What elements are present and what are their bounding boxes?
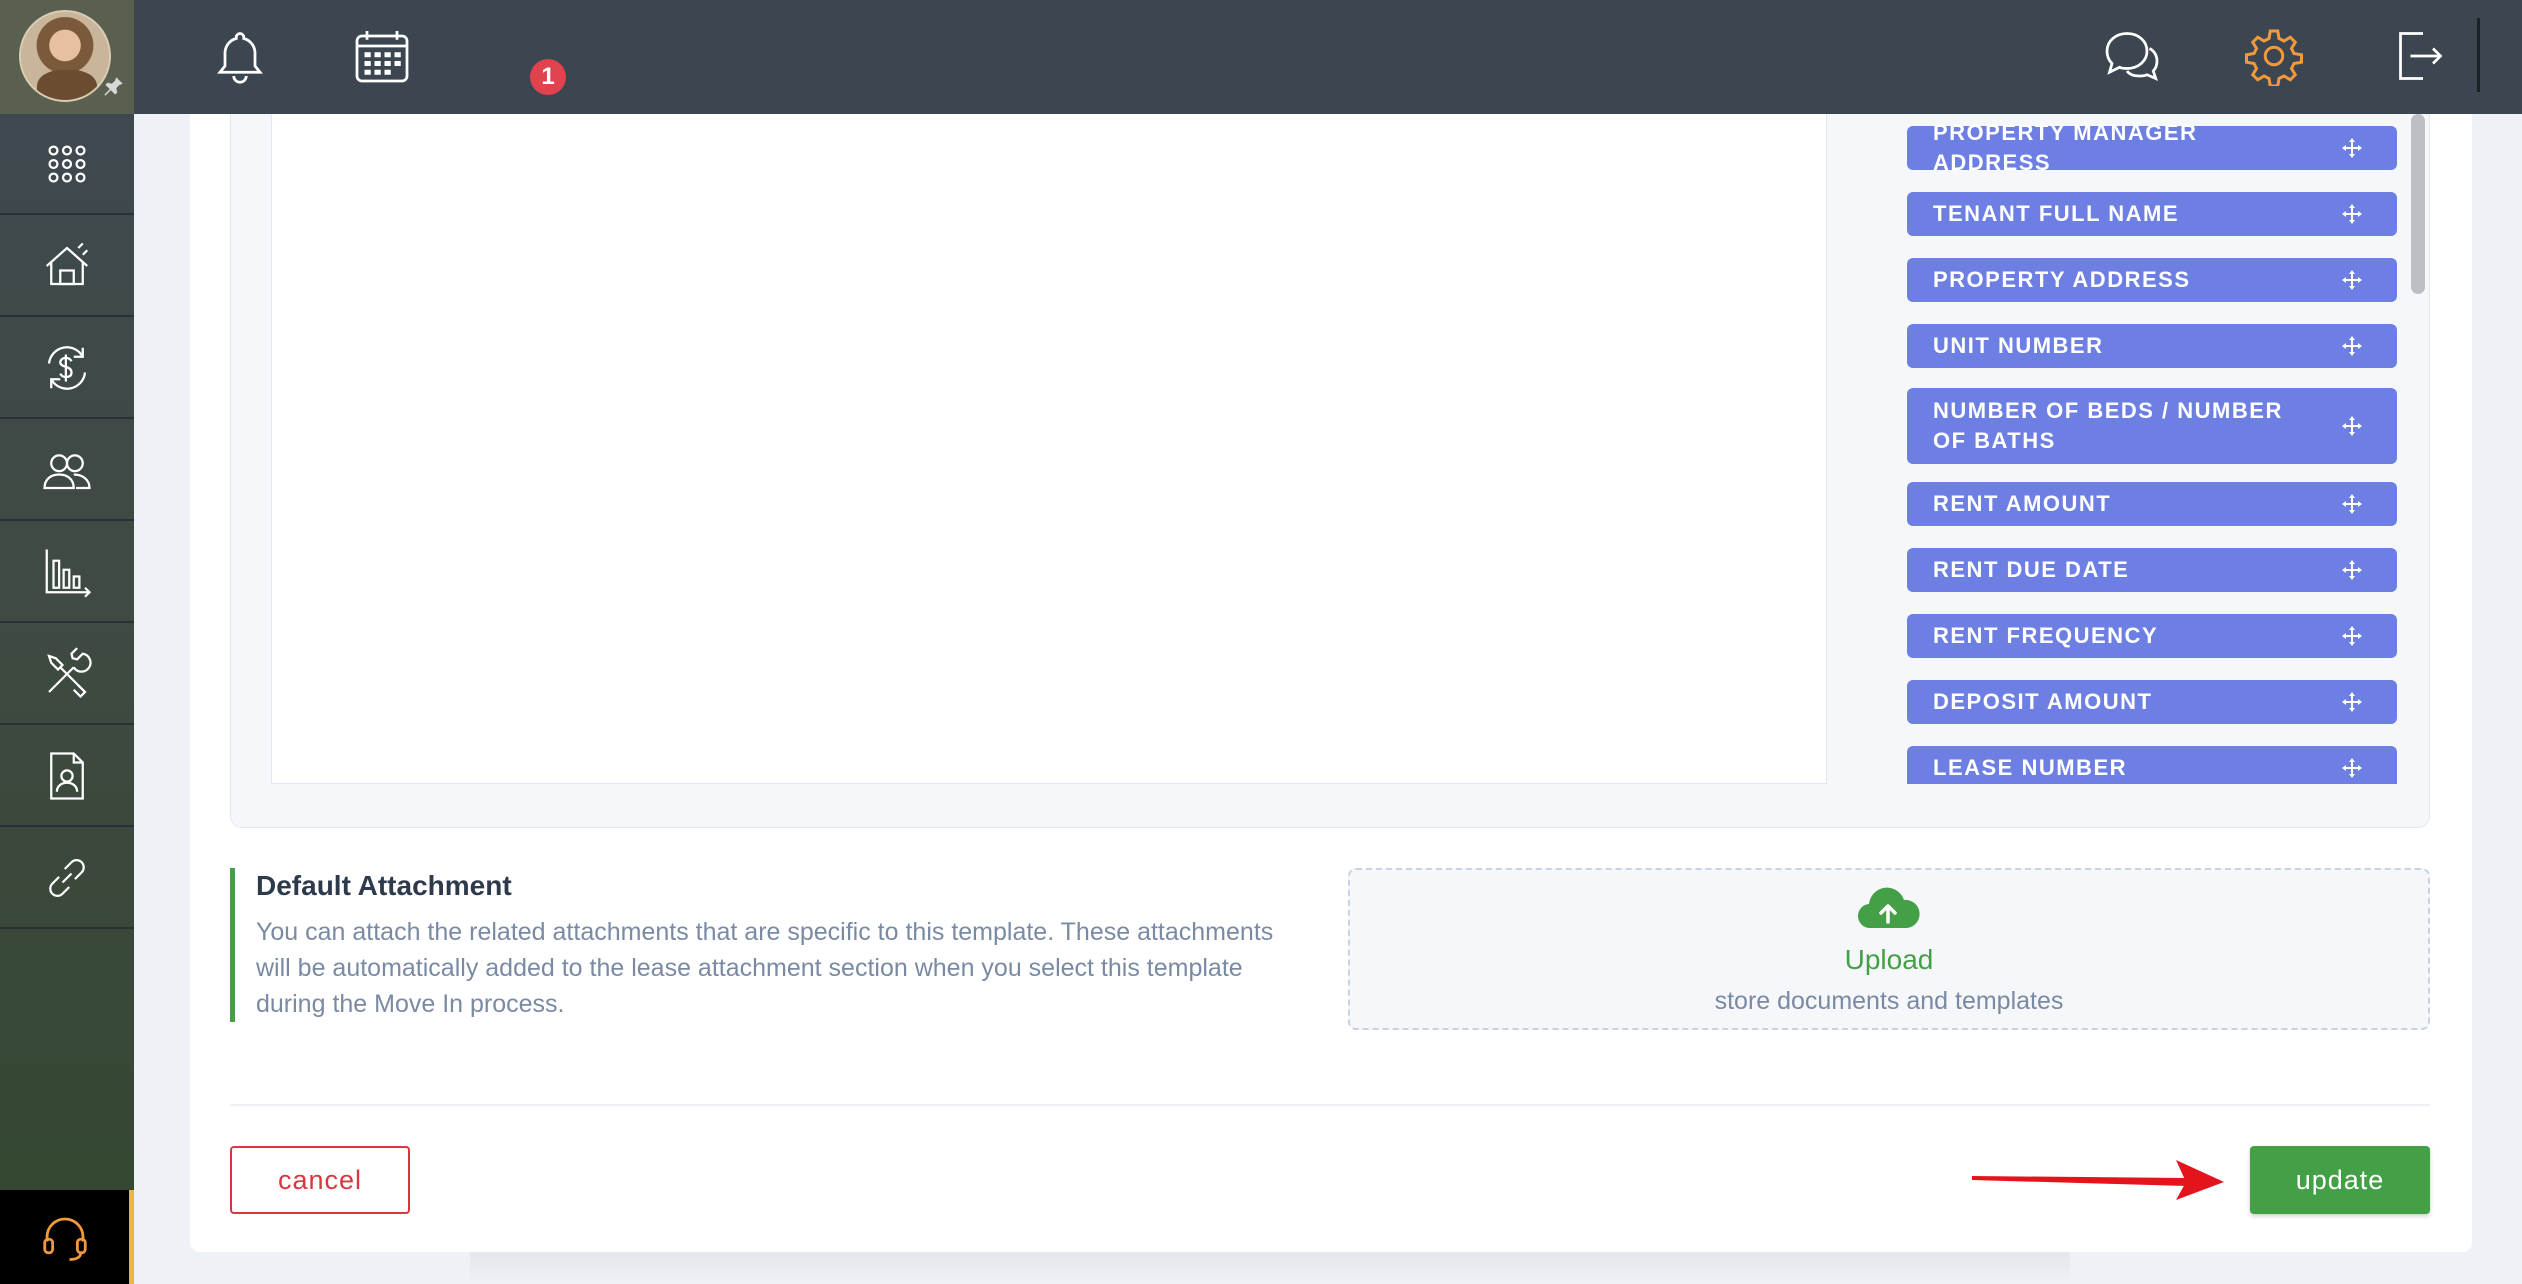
cancel-button[interactable]: cancel — [230, 1146, 410, 1214]
upload-label: Upload — [1844, 944, 1934, 975]
settings-gear-icon[interactable] — [2244, 26, 2304, 86]
page-bottom-shadow — [470, 1252, 2070, 1284]
bell-icon[interactable] — [210, 26, 270, 86]
template-tag[interactable]: DEPOSIT AMOUNT — [1907, 680, 2397, 724]
template-tag[interactable]: RENT FREQUENCY — [1907, 614, 2397, 658]
template-tags-list: PROPERTY MANAGER ADDRESS TENANT FULL NAME… — [1907, 114, 2407, 784]
calendar-badge: 1 — [530, 59, 566, 95]
drag-move-icon[interactable] — [2341, 137, 2363, 159]
drag-move-icon[interactable] — [2341, 691, 2363, 713]
topbar-divider — [2477, 18, 2480, 92]
template-tag-label: RENT DUE DATE — [1933, 557, 2130, 582]
update-button[interactable]: update — [2250, 1146, 2430, 1214]
sidebar-item-contacts[interactable] — [0, 420, 134, 521]
template-tag[interactable]: LEASE NUMBER — [1907, 746, 2397, 784]
sidebar-item-maintenance[interactable] — [0, 624, 134, 725]
accounting-dollar-icon — [47, 345, 87, 390]
sidebar-item-documents[interactable] — [0, 726, 134, 827]
property-house-icon — [46, 242, 89, 285]
pin-icon[interactable] — [100, 74, 126, 100]
sidebar-item-integrations[interactable] — [0, 828, 134, 929]
support-button[interactable] — [0, 1190, 134, 1284]
template-tag[interactable]: RENT DUE DATE — [1907, 548, 2397, 592]
template-tag[interactable]: RENT AMOUNT — [1907, 482, 2397, 526]
template-tag-label: RENT AMOUNT — [1933, 491, 2112, 516]
drag-move-icon[interactable] — [2341, 335, 2363, 357]
drag-move-icon[interactable] — [2341, 415, 2363, 437]
default-attachment-section: Default Attachment You can attach the re… — [230, 868, 1290, 1022]
divider — [230, 1104, 2430, 1106]
upload-subtitle: store documents and templates — [1714, 987, 2064, 1015]
sidebar-item-properties[interactable] — [0, 216, 134, 317]
template-tag-label: RENT FREQUENCY — [1933, 623, 2159, 648]
template-tag-label: PROPERTY MANAGER ADDRESS — [1933, 120, 2198, 175]
integrations-link-icon — [49, 858, 85, 897]
sidebar-item-accounting[interactable] — [0, 318, 134, 419]
template-tag[interactable]: UNIT NUMBER — [1907, 324, 2397, 368]
template-tag-label: DEPOSIT AMOUNT — [1933, 689, 2153, 714]
sidebar — [0, 0, 134, 1284]
avatar[interactable] — [19, 10, 111, 102]
template-tag[interactable]: PROPERTY MANAGER ADDRESS — [1907, 120, 2397, 175]
sidebar-profile-area — [0, 0, 134, 114]
drag-move-icon[interactable] — [2341, 625, 2363, 647]
reports-chart-icon — [45, 549, 92, 598]
template-tag[interactable]: NUMBER OF BEDS / NUMBER OF BATHS — [1907, 388, 2397, 464]
drag-move-icon[interactable] — [2341, 559, 2363, 581]
sidebar-item-apps[interactable] — [0, 114, 134, 215]
editor-panel: PROPERTY MANAGER ADDRESS TENANT FULL NAME… — [230, 114, 2430, 828]
documents-icon — [50, 751, 84, 800]
template-tag-label: NUMBER OF BEDS / NUMBER OF BATHS — [1933, 398, 2283, 453]
drag-move-icon[interactable] — [2341, 269, 2363, 291]
contacts-people-icon — [43, 453, 91, 489]
template-tag-label: UNIT NUMBER — [1933, 333, 2104, 358]
chat-icon[interactable] — [2102, 26, 2162, 86]
maintenance-tools-icon — [47, 646, 92, 698]
apps-grid-icon — [48, 144, 86, 183]
template-tag[interactable]: PROPERTY ADDRESS — [1907, 258, 2397, 302]
template-editor-card: PROPERTY MANAGER ADDRESS TENANT FULL NAME… — [190, 114, 2472, 1252]
template-tag[interactable]: TENANT FULL NAME — [1907, 192, 2397, 236]
drag-move-icon[interactable] — [2341, 493, 2363, 515]
headset-icon — [42, 1217, 87, 1261]
tags-scrollbar[interactable] — [2411, 114, 2425, 294]
top-bar: 1 — [134, 0, 2522, 114]
calendar-icon[interactable] — [352, 26, 412, 86]
red-arrow-annotation — [1972, 1160, 2224, 1200]
default-attachment-description: You can attach the related attachments t… — [256, 918, 1274, 1018]
template-text-editor[interactable] — [271, 114, 1827, 784]
template-tag-label: LEASE NUMBER — [1933, 755, 2128, 780]
logout-icon[interactable] — [2388, 26, 2448, 86]
upload-dropzone[interactable]: Upload store documents and templates — [1348, 868, 2430, 1030]
template-tag-label: TENANT FULL NAME — [1933, 201, 2180, 226]
default-attachment-title: Default Attachment — [256, 870, 512, 901]
drag-move-icon[interactable] — [2341, 757, 2363, 779]
cloud-upload-icon — [1857, 887, 1920, 929]
drag-move-icon[interactable] — [2341, 203, 2363, 225]
template-tag-label: PROPERTY ADDRESS — [1933, 267, 2191, 292]
sidebar-item-reports[interactable] — [0, 522, 134, 623]
